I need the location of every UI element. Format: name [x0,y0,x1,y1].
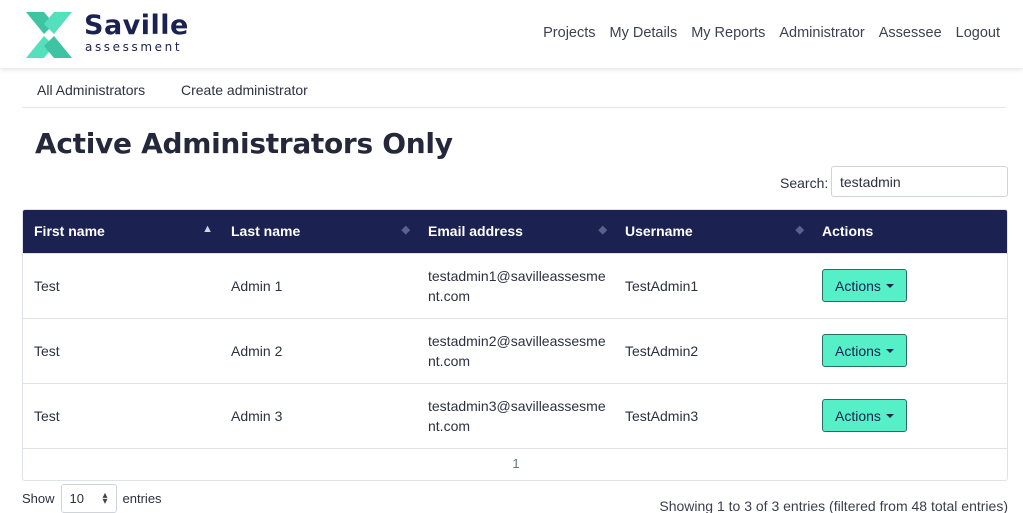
page-length-control: Show 10 ▴ ▾ entries [22,484,162,513]
cell-first-name: Test [23,317,220,383]
header-first-name[interactable]: First name ▲ [23,210,220,253]
header-username[interactable]: Username ◆ [614,210,811,253]
logo-subtitle: assessment [85,40,183,54]
actions-dropdown-button[interactable]: Actions [822,399,907,432]
table-info: Showing 1 to 3 of 3 entries (filtered fr… [659,498,1008,513]
top-navbar: Saville assessment Projects My Details M… [0,0,1023,68]
nav-projects[interactable]: Projects [543,25,595,41]
pagination-page[interactable]: 1 [23,447,1007,480]
cell-email: testadmin3@savilleassesme nt.com [417,382,614,448]
updown-arrows-icon: ▴ ▾ [102,489,108,507]
search-label: Search: [780,175,829,191]
table-row: Test Admin 3 testadmin3@savilleassesme nt… [23,382,1007,448]
header-actions: Actions [811,210,1007,253]
entries-select-value: 10 [69,491,84,506]
pagination-row: 1 [23,447,1007,480]
sort-both-icon: ◆ [598,224,607,236]
cell-last-name: Admin 2 [220,317,417,383]
table-row: Test Admin 2 testadmin2@savilleassesme nt… [23,317,1007,383]
show-label: Show [22,491,55,506]
header-email-address[interactable]: Email address ◆ [417,210,614,253]
nav-assessee[interactable]: Assessee [879,25,942,41]
entries-label: entries [122,491,162,506]
cell-actions: Actions [811,382,1007,448]
cell-username: TestAdmin1 [614,252,811,318]
nav-logout[interactable]: Logout [956,25,1000,41]
cell-email: testadmin2@savilleassesme nt.com [417,317,614,383]
cell-email: testadmin1@savilleassesme nt.com [417,252,614,318]
cell-first-name: Test [23,252,220,318]
search-input[interactable] [831,166,1008,197]
sort-asc-icon: ▲ [202,223,213,235]
nav-my-reports[interactable]: My Reports [691,25,765,41]
saville-logo[interactable]: Saville assessment [26,10,188,58]
cell-first-name: Test [23,382,220,448]
cell-actions: Actions [811,252,1007,318]
caret-down-icon [885,414,894,418]
entries-select[interactable]: 10 ▴ ▾ [60,484,117,513]
cell-last-name: Admin 1 [220,252,417,318]
actions-dropdown-button[interactable]: Actions [822,334,907,367]
cell-username: TestAdmin3 [614,382,811,448]
administrators-table: First name ▲ Last name ◆ Email address ◆ Us… [22,209,1008,481]
nav-administrator[interactable]: Administrator [779,25,864,41]
table-header-row: First name ▲ Last name ◆ Email address ◆ Us… [23,210,1007,253]
caret-down-icon [885,284,894,288]
saville-logo-mark-icon [26,12,72,58]
page-title: Active Administrators Only [35,127,453,160]
table-row: Test Admin 1 testadmin1@savilleassesme nt… [23,252,1007,318]
subnav-all-administrators[interactable]: All Administrators [37,82,145,98]
cell-last-name: Admin 3 [220,382,417,448]
sort-both-icon: ◆ [795,224,804,236]
subnav-create-administrator[interactable]: Create administrator [181,82,308,98]
cell-actions: Actions [811,317,1007,383]
caret-down-icon [885,349,894,353]
actions-dropdown-button[interactable]: Actions [822,269,907,302]
main-nav: Projects My Details My Reports Administr… [543,25,1000,41]
logo-name: Saville [84,10,189,41]
admin-subnav: All Administrators Create administrator [22,82,1006,108]
sort-both-icon: ◆ [401,224,410,236]
cell-username: TestAdmin2 [614,317,811,383]
nav-my-details[interactable]: My Details [610,25,678,41]
header-last-name[interactable]: Last name ◆ [220,210,417,253]
